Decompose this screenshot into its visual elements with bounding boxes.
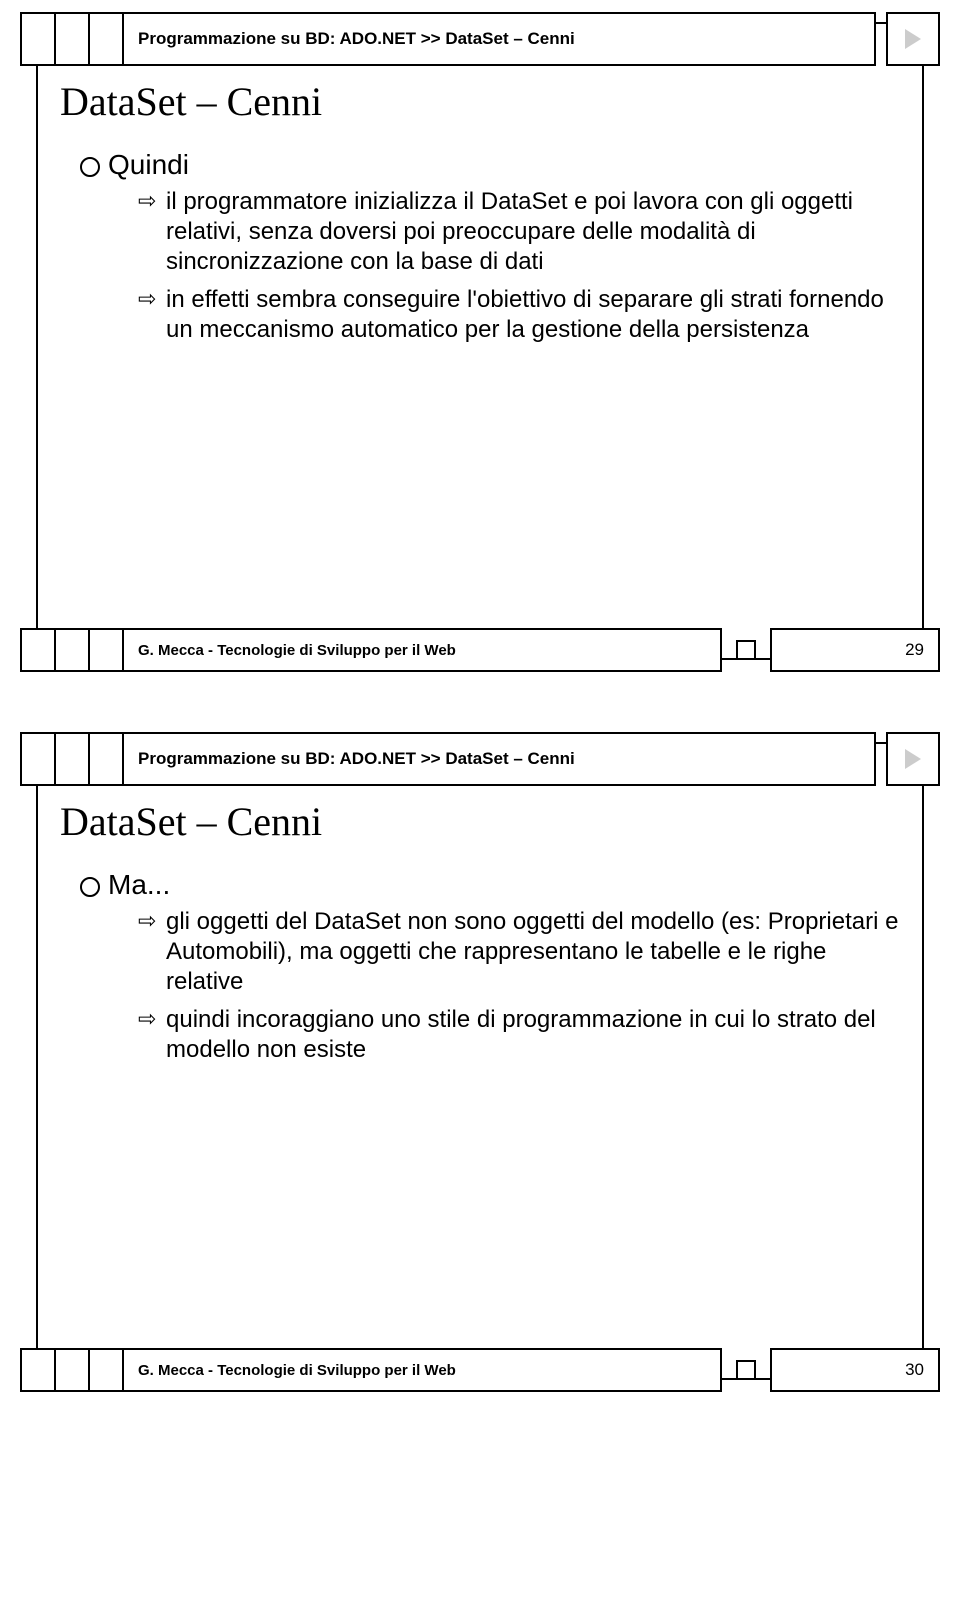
bullet-text: Ma... — [108, 869, 170, 900]
header-tab — [20, 12, 56, 66]
connector-box — [736, 1360, 756, 1380]
bullet-text: Quindi — [108, 149, 189, 180]
bullet-item: Ma... gli oggetti del DataSet non sono o… — [80, 869, 900, 1065]
header-row: Programmazione su BD: ADO.NET >> DataSet… — [20, 732, 940, 786]
footer-box: G. Mecca - Tecnologie di Sviluppo per il… — [122, 628, 722, 672]
header-tabs — [20, 732, 124, 786]
header-tabs — [20, 12, 124, 66]
slide-2: Programmazione su BD: ADO.NET >> DataSet… — [0, 720, 960, 1440]
connector-box — [736, 640, 756, 660]
footer-tab — [54, 1348, 90, 1392]
slide-title: DataSet – Cenni — [60, 798, 900, 845]
footer-tabs — [20, 1348, 124, 1392]
header-row: Programmazione su BD: ADO.NET >> DataSet… — [20, 12, 940, 66]
triangle-right-icon — [905, 749, 921, 769]
footer-box: G. Mecca - Tecnologie di Sviluppo per il… — [122, 1348, 722, 1392]
footer-text: G. Mecca - Tecnologie di Sviluppo per il… — [138, 1362, 456, 1379]
sub-bullet: gli oggetti del DataSet non sono oggetti… — [138, 907, 900, 997]
footer-row: G. Mecca - Tecnologie di Sviluppo per il… — [20, 628, 940, 672]
slide-content: DataSet – Cenni Ma... gli oggetti del Da… — [60, 798, 900, 1073]
header-tab — [88, 12, 124, 66]
page-number: 29 — [905, 640, 924, 660]
slide-content: DataSet – Cenni Quindi il programmatore … — [60, 78, 900, 353]
sub-bullet: quindi incoraggiano uno stile di program… — [138, 1005, 900, 1065]
footer-tab — [20, 628, 56, 672]
sub-bullet: in effetti sembra conseguire l'obiettivo… — [138, 285, 900, 345]
footer-connector — [722, 1348, 770, 1392]
header-tab — [20, 732, 56, 786]
footer-tab — [54, 628, 90, 672]
nav-next-box[interactable] — [886, 12, 940, 66]
breadcrumb-box: Programmazione su BD: ADO.NET >> DataSet… — [122, 732, 876, 786]
footer-tab — [20, 1348, 56, 1392]
footer-tab — [88, 628, 124, 672]
page-number: 30 — [905, 1360, 924, 1380]
footer-text: G. Mecca - Tecnologie di Sviluppo per il… — [138, 642, 456, 659]
breadcrumb-text: Programmazione su BD: ADO.NET >> DataSet… — [138, 749, 575, 769]
footer-tabs — [20, 628, 124, 672]
footer-tab — [88, 1348, 124, 1392]
header-tab — [54, 12, 90, 66]
header-tab — [88, 732, 124, 786]
triangle-right-icon — [905, 29, 921, 49]
page-number-box: 30 — [770, 1348, 940, 1392]
footer-connector — [722, 628, 770, 672]
sub-bullet: il programmatore inizializza il DataSet … — [138, 187, 900, 277]
header-tab — [54, 732, 90, 786]
footer-row: G. Mecca - Tecnologie di Sviluppo per il… — [20, 1348, 940, 1392]
slide-title: DataSet – Cenni — [60, 78, 900, 125]
nav-next-box[interactable] — [886, 732, 940, 786]
breadcrumb-text: Programmazione su BD: ADO.NET >> DataSet… — [138, 29, 575, 49]
slide-1: Programmazione su BD: ADO.NET >> DataSet… — [0, 0, 960, 720]
bullet-item: Quindi il programmatore inizializza il D… — [80, 149, 900, 345]
breadcrumb-box: Programmazione su BD: ADO.NET >> DataSet… — [122, 12, 876, 66]
page-number-box: 29 — [770, 628, 940, 672]
